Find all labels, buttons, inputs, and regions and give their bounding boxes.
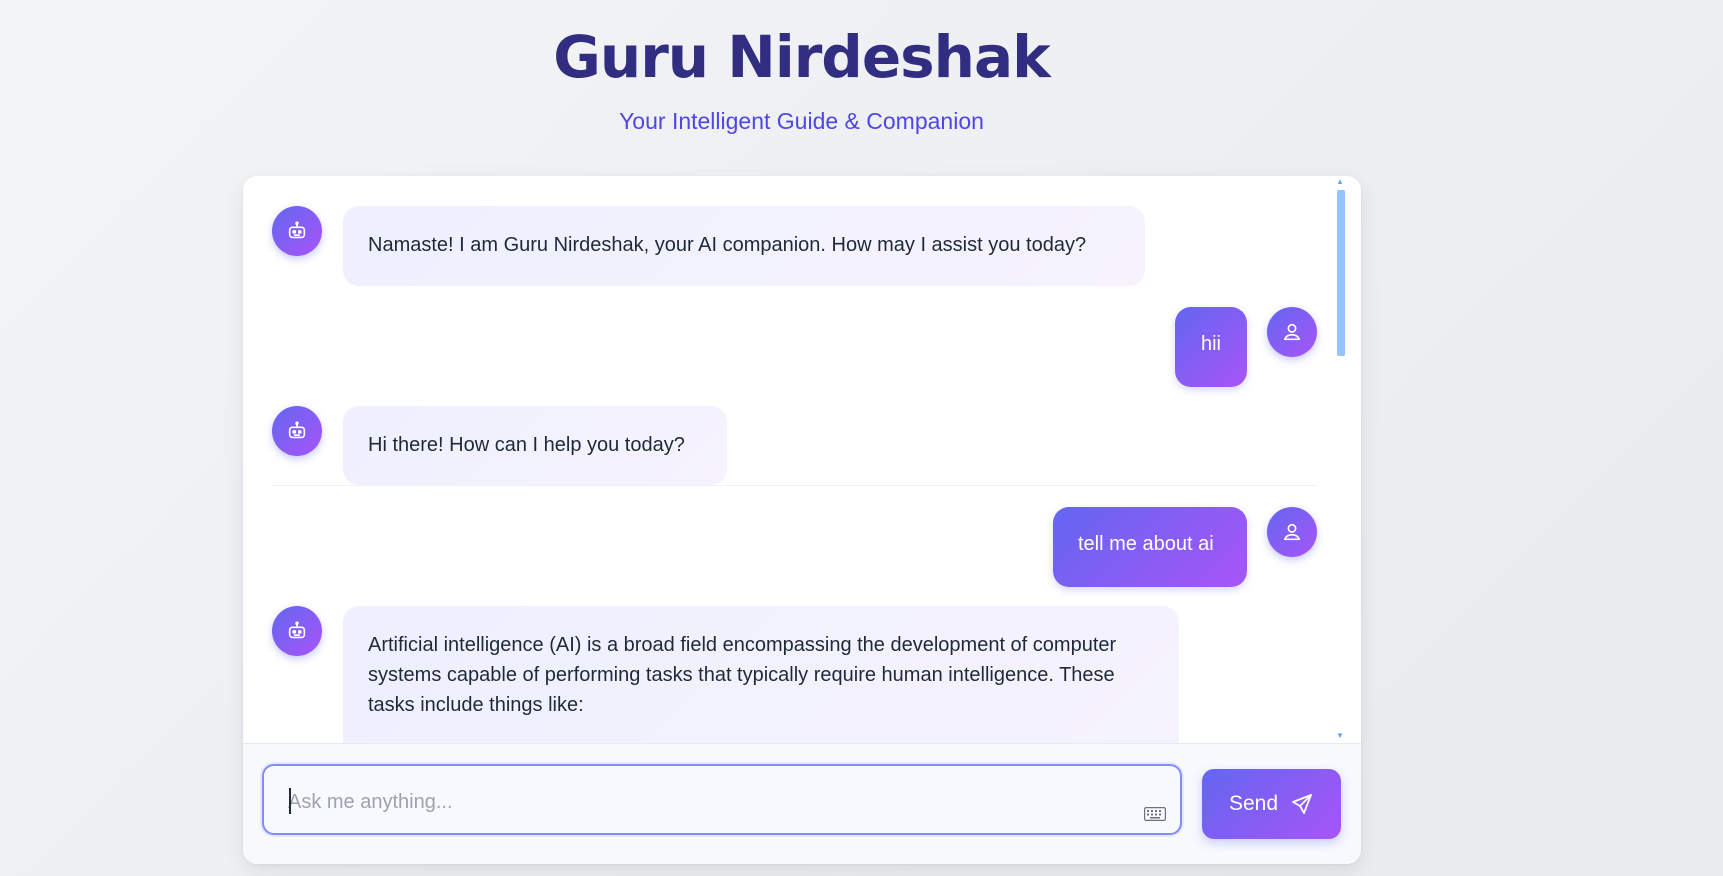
bot-avatar: [272, 406, 322, 456]
bot-message: Namaste! I am Guru Nirdeshak, your AI co…: [343, 206, 1145, 286]
scroll-down-icon[interactable]: ▼: [1336, 732, 1344, 740]
bot-message: Hi there! How can I help you today?: [343, 406, 727, 485]
message-text: Artificial intelligence (AI) is a broad …: [368, 634, 1117, 716]
user-avatar: [1267, 307, 1317, 357]
composer: Send: [243, 743, 1361, 864]
send-icon: [1292, 794, 1312, 814]
message-text: hii: [1200, 333, 1221, 355]
bot-message: Artificial intelligence (AI) is a broad …: [343, 606, 1179, 743]
send-button-label: Send: [1228, 792, 1279, 815]
user-avatar: [1267, 507, 1317, 557]
send-button[interactable]: Send: [1202, 769, 1341, 839]
page-title: Guru Nirdeshak: [553, 23, 1050, 91]
scroll-up-icon[interactable]: ▲: [1336, 178, 1344, 186]
robot-icon: [288, 621, 306, 639]
text-caret: [289, 788, 291, 814]
message-list: Namaste! I am Guru Nirdeshak, your AI co…: [243, 176, 1347, 743]
message-text: Namaste! I am Guru Nirdeshak, your AI co…: [368, 234, 1087, 256]
user-icon: [1283, 323, 1301, 341]
message-text: tell me about ai: [1078, 533, 1214, 555]
bot-avatar: [272, 606, 322, 656]
page-subtitle: Your Intelligent Guide & Companion: [619, 108, 984, 134]
robot-icon: [288, 421, 306, 439]
message-scrollbar[interactable]: ▲ ▼: [1333, 176, 1347, 743]
chat-window: Namaste! I am Guru Nirdeshak, your AI co…: [243, 176, 1361, 864]
message-input-wrapper[interactable]: [262, 764, 1182, 835]
keyboard-icon[interactable]: [1144, 807, 1166, 821]
app-header: Guru Nirdeshak Your Intelligent Guide & …: [0, 0, 1603, 136]
message-divider: [273, 485, 1317, 486]
user-message: tell me about ai: [1053, 507, 1247, 587]
message-input[interactable]: [288, 788, 1108, 816]
user-icon: [1283, 523, 1301, 541]
message-text: Hi there! How can I help you today?: [368, 434, 685, 456]
bot-avatar: [272, 206, 322, 256]
robot-icon: [288, 221, 306, 239]
user-message: hii: [1175, 307, 1247, 387]
scrollbar-thumb[interactable]: [1337, 190, 1345, 356]
